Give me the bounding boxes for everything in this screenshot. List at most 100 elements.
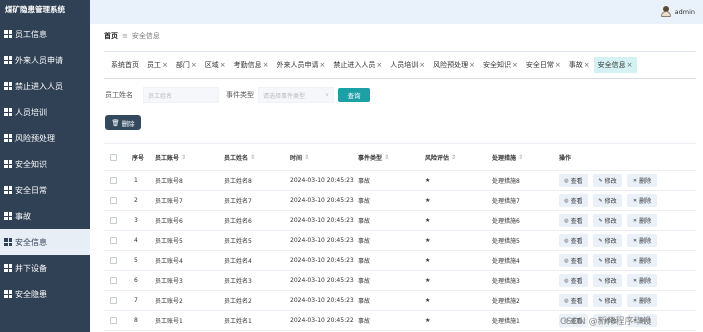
- sidebar-item[interactable]: 安全日常: [0, 177, 90, 203]
- eye-icon: ◎: [564, 197, 569, 204]
- delete-button[interactable]: ✕ 删除: [627, 174, 657, 187]
- view-button[interactable]: ◎ 查看: [559, 274, 588, 287]
- tab[interactable]: 区域 ×: [201, 57, 230, 73]
- row-checkbox[interactable]: [110, 217, 117, 224]
- delete-button[interactable]: ✕ 删除: [627, 294, 657, 307]
- close-icon[interactable]: ×: [191, 61, 197, 69]
- employee-name-input[interactable]: 员工姓名: [143, 87, 219, 103]
- column-header[interactable]: 处理措施 ⇕: [492, 144, 523, 170]
- select-all-checkbox[interactable]: [110, 153, 117, 161]
- view-button[interactable]: ◎ 查看: [559, 294, 588, 307]
- data-table: 序号 员工账号 ⇕ 员工姓名 ⇕ 时间 ⇕ 事件类型 ⇕ 风险评估 ⇕ 处理措施 ⇕ 操作 1 员工账号8 员工…: [104, 143, 696, 331]
- close-icon[interactable]: ×: [263, 61, 269, 69]
- tab[interactable]: 安全知识 ×: [479, 57, 522, 73]
- sort-icon[interactable]: ⇕: [518, 154, 523, 161]
- view-button[interactable]: ◎ 查看: [559, 234, 588, 247]
- edit-button[interactable]: ✎ 修改: [593, 234, 622, 247]
- sort-icon[interactable]: ⇕: [304, 154, 309, 161]
- tab[interactable]: 部门 ×: [172, 57, 201, 73]
- row-checkbox[interactable]: [110, 237, 117, 244]
- edit-icon: ✎: [598, 297, 603, 304]
- sidebar-item[interactable]: 事故: [0, 203, 90, 229]
- table-cell: 7: [134, 297, 138, 304]
- tab-label: 安全信息: [597, 61, 626, 69]
- edit-button[interactable]: ✎ 修改: [593, 294, 622, 307]
- row-checkbox[interactable]: [110, 177, 117, 184]
- breadcrumb-home[interactable]: 首页: [104, 31, 118, 41]
- close-icon[interactable]: ×: [469, 61, 475, 69]
- sidebar-item[interactable]: 井下设备: [0, 255, 90, 281]
- delete-button[interactable]: ✕ 删除: [627, 234, 657, 247]
- view-button[interactable]: ◎ 查看: [559, 254, 588, 267]
- app-title: 煤矿隐患管理系统: [5, 5, 65, 14]
- column-header[interactable]: 员工账号 ⇕: [155, 144, 186, 170]
- row-checkbox[interactable]: [110, 317, 117, 324]
- row-checkbox[interactable]: [110, 257, 117, 264]
- sort-icon[interactable]: ⇕: [181, 154, 186, 161]
- edit-button[interactable]: ✎ 修改: [593, 174, 622, 187]
- close-icon[interactable]: ×: [220, 61, 226, 69]
- close-icon[interactable]: ×: [376, 61, 382, 69]
- sidebar-item[interactable]: 员工信息: [0, 21, 90, 47]
- tab[interactable]: 人员培训 ×: [386, 57, 429, 73]
- row-actions: ◎ 查看 ✎ 修改 ✕ 删除: [559, 271, 657, 290]
- table-cell: 2024-03-10 20:45:23: [290, 277, 354, 284]
- column-header[interactable]: 时间 ⇕: [290, 144, 309, 170]
- query-button[interactable]: 查询: [338, 88, 370, 102]
- sidebar-item[interactable]: 禁止进入人员: [0, 73, 90, 99]
- sort-icon[interactable]: ⇕: [451, 154, 456, 161]
- view-button[interactable]: ◎ 查看: [559, 194, 588, 207]
- row-checkbox[interactable]: [110, 297, 117, 304]
- sidebar-item[interactable]: 外来人员申请: [0, 47, 90, 73]
- column-header[interactable]: 事件类型 ⇕: [358, 144, 389, 170]
- tab[interactable]: 员工 ×: [143, 57, 172, 73]
- edit-button[interactable]: ✎ 修改: [593, 274, 622, 287]
- tab[interactable]: 安全日常 ×: [522, 57, 565, 73]
- tab[interactable]: 考勤信息 ×: [230, 57, 273, 73]
- edit-icon: ✎: [598, 197, 603, 204]
- row-checkbox[interactable]: [110, 197, 117, 204]
- edit-button[interactable]: ✎ 修改: [593, 214, 622, 227]
- close-icon[interactable]: ×: [627, 61, 633, 69]
- sidebar-item[interactable]: 人员培训: [0, 99, 90, 125]
- column-header[interactable]: 员工姓名 ⇕: [224, 144, 255, 170]
- event-type-select[interactable]: 请选择事件类型 ∨: [258, 87, 334, 103]
- table-cell: ★: [425, 277, 431, 284]
- tab[interactable]: 禁止进入人员 ×: [329, 57, 386, 73]
- batch-delete-button[interactable]: 🗑 删除: [105, 115, 141, 130]
- sidebar-item[interactable]: 安全隐患: [0, 281, 90, 307]
- close-icon[interactable]: ×: [162, 61, 168, 69]
- table-cell: 2024-03-10 20:45:23: [290, 177, 354, 184]
- delete-button-label: 删除: [639, 198, 652, 205]
- edit-button[interactable]: ✎ 修改: [593, 194, 622, 207]
- edit-button[interactable]: ✎ 修改: [593, 254, 622, 267]
- close-icon: ✕: [632, 257, 638, 264]
- row-checkbox[interactable]: [110, 277, 117, 284]
- tab[interactable]: 风险预处理 ×: [429, 57, 479, 73]
- sidebar-item[interactable]: 风险预处理: [0, 125, 90, 151]
- delete-button[interactable]: ✕ 删除: [627, 194, 657, 207]
- sidebar-item[interactable]: 安全信息: [0, 229, 90, 255]
- column-header-label: 序号: [132, 154, 145, 162]
- tab[interactable]: 外来人员申请 ×: [273, 57, 330, 73]
- tab[interactable]: 安全信息 ×: [593, 57, 637, 73]
- user-menu[interactable]: admin: [660, 6, 695, 17]
- sort-icon[interactable]: ⇕: [384, 154, 389, 161]
- delete-button[interactable]: ✕ 删除: [627, 254, 657, 267]
- tab[interactable]: 系统首页: [107, 57, 143, 73]
- row-checkbox-cell: [110, 171, 117, 190]
- close-icon[interactable]: ×: [584, 61, 590, 69]
- sort-icon[interactable]: ⇕: [250, 154, 255, 161]
- delete-button[interactable]: ✕ 删除: [627, 214, 657, 227]
- column-header[interactable]: 风险评估 ⇕: [425, 144, 456, 170]
- table-row: 1 员工账号8 员工姓名8 2024-03-10 20:45:23 事故 ★ 处理措施8 ◎ 查…: [104, 171, 696, 191]
- delete-button[interactable]: ✕ 删除: [627, 274, 657, 287]
- view-button[interactable]: ◎ 查看: [559, 214, 588, 227]
- close-icon[interactable]: ×: [320, 61, 326, 69]
- tab[interactable]: 事故 ×: [565, 57, 594, 73]
- close-icon[interactable]: ×: [512, 61, 518, 69]
- close-icon[interactable]: ×: [419, 61, 425, 69]
- sidebar-item[interactable]: 安全知识: [0, 151, 90, 177]
- close-icon[interactable]: ×: [555, 61, 561, 69]
- view-button[interactable]: ◎ 查看: [559, 174, 588, 187]
